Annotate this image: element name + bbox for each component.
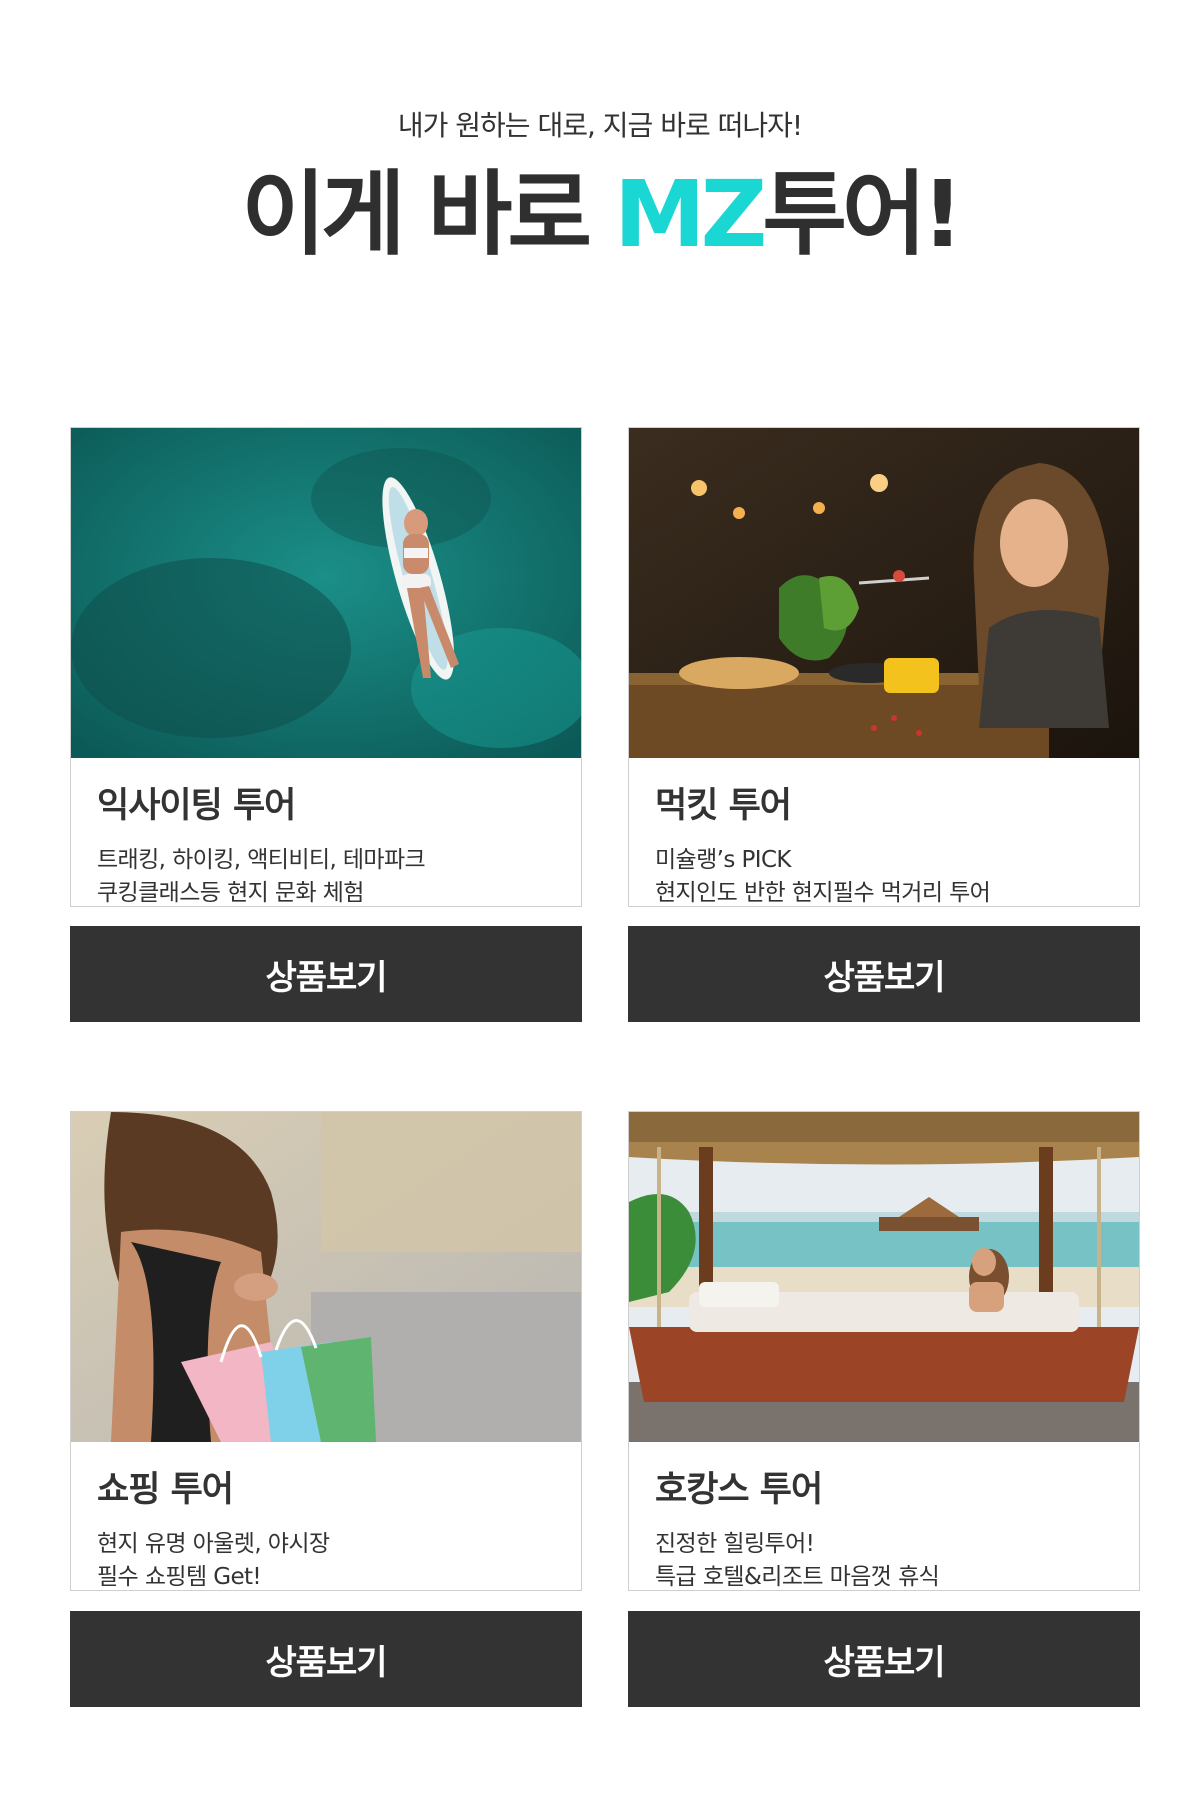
- resort-illustration: [629, 1112, 1139, 1442]
- card-desc-line2: 필수 쇼핑템 Get!: [97, 1564, 262, 1590]
- card-title: 쇼핑 투어: [97, 1470, 234, 1510]
- dining-illustration: [629, 428, 1139, 758]
- view-product-button-hocance[interactable]: 상품보기: [628, 1611, 1140, 1707]
- hero-section: 내가 원하는 대로, 지금 바로 떠나자! 이게 바로 MZ투어!: [0, 0, 1200, 340]
- hero-subtitle: 내가 원하는 대로, 지금 바로 떠나자!: [397, 109, 803, 142]
- card-title: 먹킷 투어: [655, 786, 792, 826]
- card-title: 익사이팅 투어: [97, 786, 296, 826]
- dining-image: [629, 428, 1139, 758]
- resort-image: [629, 1112, 1139, 1442]
- card-desc-line2: 특급 호텔&리조트 마음껏 휴식: [655, 1564, 940, 1590]
- card-title: 호캉스 투어: [655, 1470, 823, 1510]
- card-desc-line1: 현지 유명 아울렛, 야시장: [97, 1531, 330, 1557]
- tour-card-hocance: 호캉스 투어 진정한 힐링투어! 특급 호텔&리조트 마음껏 휴식: [628, 1111, 1140, 1591]
- view-product-button-food[interactable]: 상품보기: [628, 926, 1140, 1022]
- surfer-illustration: [71, 428, 581, 758]
- shopping-image: [71, 1112, 581, 1442]
- surfing-image: [71, 428, 581, 758]
- tour-card-exciting: 익사이팅 투어 트래킹, 하이킹, 액티비티, 테마파크 쿠킹클래스등 현지 문…: [70, 427, 582, 907]
- tour-card-shopping: 쇼핑 투어 현지 유명 아울렛, 야시장 필수 쇼핑템 Get!: [70, 1111, 582, 1591]
- headline-accent-text: MZ: [614, 161, 767, 268]
- card-desc-line1: 트래킹, 하이킹, 액티비티, 테마파크: [97, 847, 426, 873]
- card-desc-line2: 쿠킹클래스등 현지 문화 체험: [97, 880, 364, 906]
- headline-text-before: 이게 바로: [241, 161, 615, 268]
- shopper-illustration: [71, 1112, 581, 1442]
- card-desc-line1: 미슐랭’s PICK: [655, 847, 791, 873]
- view-product-button-exciting[interactable]: 상품보기: [70, 926, 582, 1022]
- hero-headline: 이게 바로 MZ투어!: [0, 160, 1200, 270]
- headline-text-after: 투어!: [762, 161, 963, 268]
- view-product-button-shopping[interactable]: 상품보기: [70, 1611, 582, 1707]
- card-desc-line1: 진정한 힐링투어!: [655, 1531, 815, 1557]
- card-desc-line2: 현지인도 반한 현지필수 먹거리 투어: [655, 880, 991, 906]
- tour-card-food: 먹킷 투어 미슐랭’s PICK 현지인도 반한 현지필수 먹거리 투어: [628, 427, 1140, 907]
